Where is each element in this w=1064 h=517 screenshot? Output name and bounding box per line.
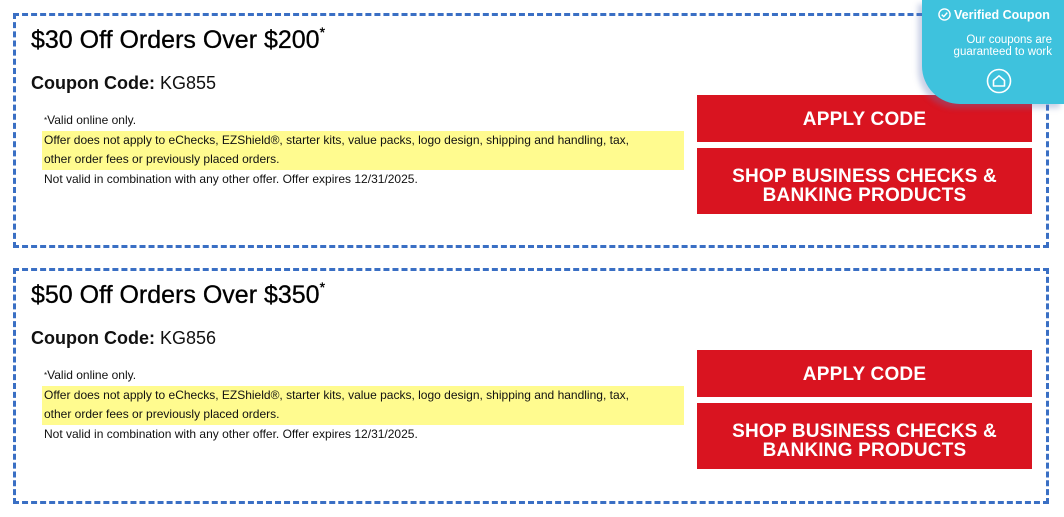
coupon-code-line: Coupon Code: KG855 — [31, 73, 216, 94]
coupon-card: $50 Off Orders Over $350* Coupon Code: K… — [13, 268, 1049, 504]
terms-expiry: Not valid in combination with any other … — [44, 171, 418, 186]
coupon-headline: $30 Off Orders Over $200* — [31, 24, 326, 54]
terms-exclusions-highlight: Offer does not apply to eChecks, EZShiel… — [42, 385, 684, 425]
coupon-code-line: Coupon Code: KG856 — [31, 328, 216, 349]
terms-exclusions-highlight: Offer does not apply to eChecks, EZShiel… — [42, 130, 684, 170]
terms-valid-online: *Valid online only. — [44, 113, 137, 127]
shop-business-checks-button[interactable]: SHOP BUSINESS CHECKS & BANKING PRODUCTS — [697, 148, 1032, 214]
coupon-code-label: Coupon Code: — [31, 73, 155, 93]
coupon-headline: $50 Off Orders Over $350* — [31, 279, 326, 309]
terms-valid-online: *Valid online only. — [44, 368, 137, 382]
verified-coupon-badge: Verified Coupon Our coupons are guarante… — [922, 0, 1064, 104]
apply-code-button[interactable]: APPLY CODE — [697, 350, 1032, 397]
verified-coupon-title: Verified Coupon — [938, 8, 1050, 22]
coupon-code-label: Coupon Code: — [31, 328, 155, 348]
terms-expiry: Not valid in combination with any other … — [44, 426, 418, 441]
check-circle-icon — [938, 8, 951, 21]
coupon-code-value: KG855 — [160, 73, 217, 93]
coupon-code-value: KG856 — [160, 328, 217, 348]
coupon-card: $30 Off Orders Over $200* Coupon Code: K… — [13, 13, 1049, 248]
shop-business-checks-button[interactable]: SHOP BUSINESS CHECKS & BANKING PRODUCTS — [697, 403, 1032, 469]
coupon-terms: *Valid online only. Offer does not apply… — [42, 366, 690, 444]
verified-coupon-subtitle: Our coupons are guaranteed to work — [953, 34, 1052, 58]
coupon-terms: *Valid online only. Offer does not apply… — [42, 111, 690, 189]
home-icon — [986, 68, 1012, 94]
